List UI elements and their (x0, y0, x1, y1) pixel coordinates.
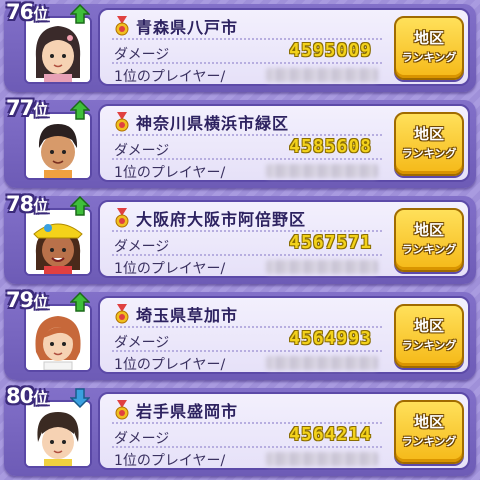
damage-label: ダメージ (114, 239, 170, 255)
damage-label: ダメージ (114, 47, 170, 63)
region-name: 大阪府大阪市阿倍野区 (136, 210, 307, 229)
player-avatar (24, 16, 92, 84)
medal-icon (115, 112, 129, 132)
damage-label: ダメージ (114, 143, 170, 159)
rank-number: 78位 (6, 192, 48, 216)
blurred-player-name (266, 260, 378, 274)
ranking-row: 76位 青森県八戸市 ダメージ 4595009 1位のプレイヤー/ 地区 ランキ… (4, 0, 476, 92)
player-avatar (24, 400, 92, 468)
top-player-label: 1位のプレイヤー/ (114, 357, 226, 373)
region-ranking-button[interactable]: 地区 ランキング (394, 400, 464, 464)
blurred-player-name (266, 452, 378, 466)
ranking-row: 77位 神奈川県横浜市緑区 ダメージ 4585608 1位のプレイヤー/ 地区 … (4, 96, 476, 188)
region-name: 埼玉県草加市 (136, 306, 239, 325)
damage-label: ダメージ (114, 431, 170, 447)
divider (112, 446, 382, 448)
rank-number: 76位 (6, 0, 48, 24)
medal-icon (115, 304, 129, 324)
damage-label: ダメージ (114, 335, 170, 351)
medal-icon (115, 16, 129, 36)
top-player-label: 1位のプレイヤー/ (114, 69, 226, 85)
ranking-row: 78位 大阪府大阪市阿倍野区 ダメージ 4567571 1位のプレイヤー/ 地区… (4, 192, 476, 284)
divider (112, 350, 382, 352)
top-player-label: 1位のプレイヤー/ (114, 165, 226, 181)
rank-up-arrow-icon (70, 292, 90, 312)
top-player-label: 1位のプレイヤー/ (114, 453, 226, 469)
rank-up-arrow-icon (70, 196, 90, 216)
damage-score: 4564214 (289, 424, 372, 445)
rank-up-arrow-icon (70, 100, 90, 120)
region-ranking-button[interactable]: 地区 ランキング (394, 16, 464, 80)
divider (112, 254, 382, 256)
damage-score: 4567571 (289, 232, 372, 253)
region-ranking-button[interactable]: 地区 ランキング (394, 304, 464, 368)
ranking-list: 76位 青森県八戸市 ダメージ 4595009 1位のプレイヤー/ 地区 ランキ… (0, 0, 480, 480)
region-name: 神奈川県横浜市緑区 (136, 114, 290, 133)
blurred-player-name (266, 356, 378, 370)
top-player-label: 1位のプレイヤー/ (114, 261, 226, 277)
region-ranking-button[interactable]: 地区 ランキング (394, 208, 464, 272)
rank-number: 80位 (6, 384, 48, 408)
ranking-row: 80位 岩手県盛岡市 ダメージ 4564214 1位のプレイヤー/ 地区 ランキ… (4, 384, 476, 476)
region-name: 青森県八戸市 (136, 18, 239, 37)
blurred-player-name (266, 68, 378, 82)
damage-score: 4585608 (289, 136, 372, 157)
rank-number: 79位 (6, 288, 48, 312)
ranking-row: 79位 埼玉県草加市 ダメージ 4564993 1位のプレイヤー/ 地区 ランキ… (4, 288, 476, 380)
medal-icon (115, 208, 129, 228)
rank-up-arrow-icon (70, 4, 90, 24)
damage-score: 4564993 (289, 328, 372, 349)
player-avatar (24, 112, 92, 180)
medal-icon (115, 400, 129, 420)
region-ranking-button[interactable]: 地区 ランキング (394, 112, 464, 176)
player-avatar (24, 208, 92, 276)
player-avatar (24, 304, 92, 372)
divider (112, 158, 382, 160)
rank-number: 77位 (6, 96, 48, 120)
divider (112, 62, 382, 64)
region-name: 岩手県盛岡市 (136, 402, 239, 421)
rank-down-arrow-icon (70, 388, 90, 408)
blurred-player-name (266, 164, 378, 178)
damage-score: 4595009 (289, 40, 372, 61)
